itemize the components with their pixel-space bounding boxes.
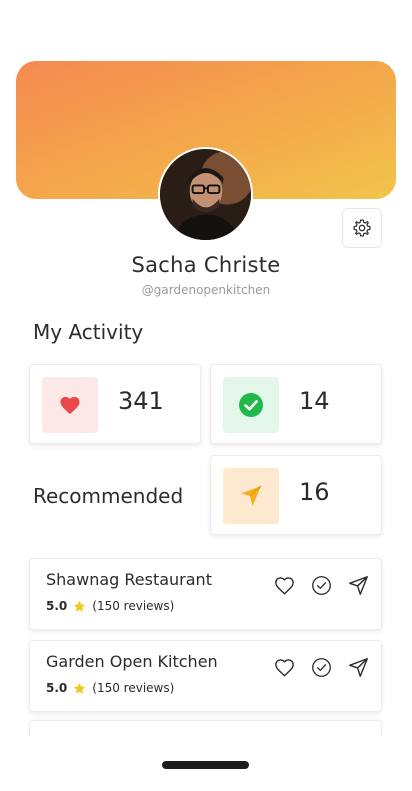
stat-icon-box [223, 468, 279, 524]
heart-outline-icon [275, 659, 294, 677]
settings-button[interactable] [342, 208, 382, 248]
heart-outline-icon [275, 577, 294, 595]
stat-card-likes[interactable]: 341 [29, 364, 201, 444]
send-outline-icon [349, 576, 368, 595]
stat-value-recommended: 16 [299, 478, 330, 506]
rating-row: 5.0 (150 reviews) [46, 681, 174, 695]
stat-value-visited: 14 [299, 387, 330, 415]
restaurant-card[interactable]: Garden Open Kitchen 5.0 (150 reviews) [29, 640, 382, 712]
send-icon [241, 485, 262, 506]
star-icon [73, 600, 86, 613]
card-actions [274, 657, 369, 678]
stat-card-visited[interactable]: 14 [210, 364, 382, 444]
section-title-my-activity: My Activity [33, 320, 144, 344]
like-button[interactable] [274, 575, 295, 596]
stat-icon-box [223, 377, 279, 433]
profile-handle: @gardenopenkitchen [141, 283, 271, 297]
share-button[interactable] [348, 575, 369, 596]
person-photo-icon [160, 149, 251, 240]
mark-visited-button[interactable] [311, 575, 332, 596]
profile-name: Sacha Christe [131, 253, 281, 277]
home-indicator[interactable] [162, 761, 249, 769]
restaurant-name: Garden Open Kitchen [46, 652, 218, 671]
like-button[interactable] [274, 657, 295, 678]
star-icon [73, 682, 86, 695]
share-button[interactable] [348, 657, 369, 678]
stat-value-likes: 341 [118, 387, 164, 415]
restaurant-name: Shawnag Restaurant [46, 570, 212, 589]
stat-icon-box [42, 377, 98, 433]
gear-icon [353, 219, 371, 237]
send-outline-icon [349, 658, 368, 677]
stat-card-recommended[interactable]: 16 [210, 455, 382, 535]
recommended-label: Recommended [33, 484, 184, 508]
card-actions [274, 575, 369, 596]
mark-visited-button[interactable] [311, 657, 332, 678]
review-count: (150 reviews) [92, 681, 175, 695]
review-count: (150 reviews) [92, 599, 175, 613]
heart-icon [60, 396, 80, 415]
check-circle-outline-icon [312, 658, 331, 677]
check-circle-icon [239, 393, 263, 417]
rating-score: 5.0 [46, 681, 68, 695]
avatar [158, 147, 253, 242]
rating-score: 5.0 [46, 599, 68, 613]
check-circle-outline-icon [312, 576, 331, 595]
rating-row: 5.0 (150 reviews) [46, 599, 174, 613]
restaurant-card[interactable]: Shawnag Restaurant 5.0 (150 reviews) [29, 558, 382, 630]
